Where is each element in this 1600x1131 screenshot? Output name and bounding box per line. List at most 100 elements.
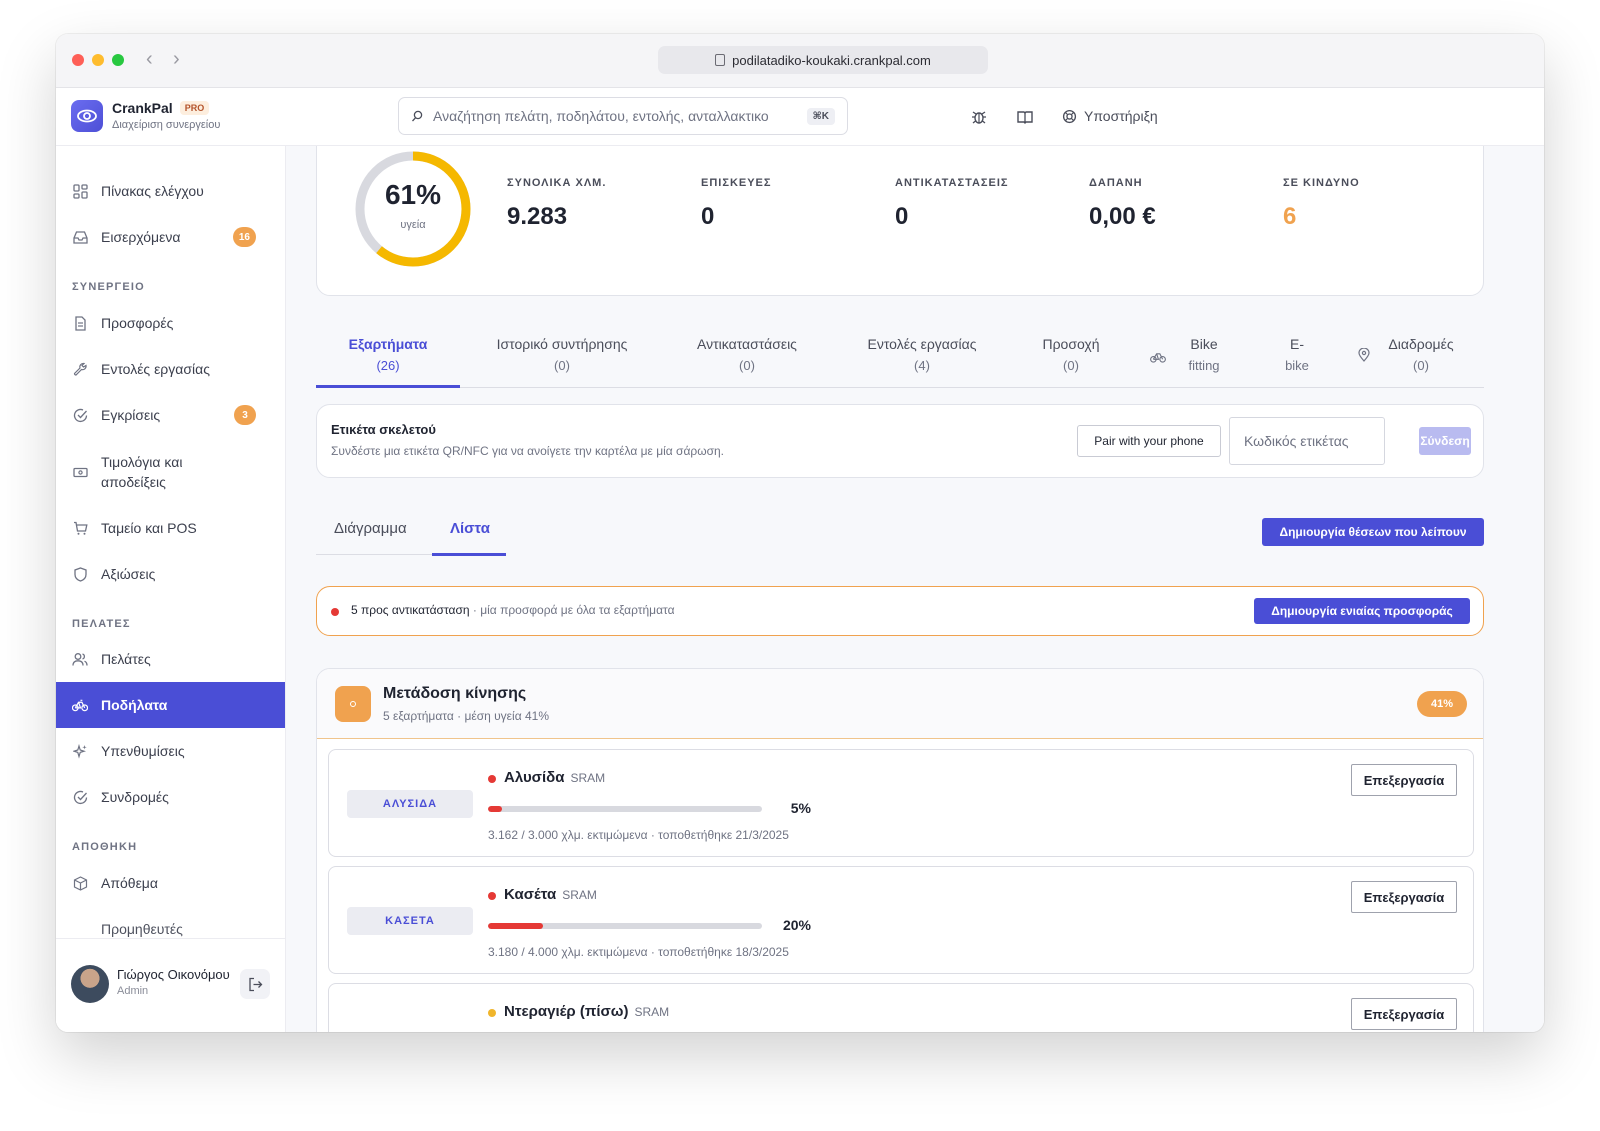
forward-arrow-icon[interactable]: ›: [173, 48, 180, 71]
tab-components[interactable]: Εξαρτήματα (26): [316, 334, 460, 376]
tab-attention[interactable]: Προσοχή (0): [1028, 334, 1114, 376]
bug-report-icon[interactable]: [970, 108, 988, 131]
sidebar-item-customers[interactable]: Πελάτες: [56, 636, 285, 682]
avatar[interactable]: [71, 965, 109, 1003]
component-name: Αλυσίδα SRAM: [504, 769, 606, 786]
sidebar-item-label: Εισερχόμενα: [101, 229, 181, 245]
view-tab-list[interactable]: Λίστα: [450, 520, 490, 537]
health-percent: 61%: [384, 179, 442, 210]
app-name: CrankPal: [112, 100, 173, 116]
edit-component-button[interactable]: Επεξεργασία: [1351, 764, 1457, 796]
truck-icon: [72, 921, 88, 937]
minimize-window-button[interactable]: [92, 54, 104, 66]
group-header[interactable]: Μετάδοση κίνησης 5 εξαρτήματα · μέση υγε…: [317, 669, 1483, 739]
sidebar-item-pos[interactable]: Ταμείο και POS: [56, 505, 285, 551]
sidebar: Πίνακας ελέγχου Εισερχόμενα 16 ΣΥΝΕΡΓΕΙΟ…: [56, 146, 286, 1032]
sidebar-item-subscriptions[interactable]: Συνδρομές: [56, 774, 285, 820]
tab-count: (0): [554, 358, 570, 373]
app-subtitle: Διαχείριση συνεργείου: [112, 119, 221, 131]
logout-button[interactable]: [240, 969, 270, 999]
component-brand: SRAM: [634, 1005, 670, 1019]
docs-book-icon[interactable]: [1016, 108, 1034, 131]
component-code: ΑΛΥΣΙΔΑ: [347, 790, 473, 818]
component-health-fill: [488, 923, 543, 929]
logout-icon: [248, 977, 262, 991]
sidebar-item-invoices[interactable]: Τιμολόγια και αποδείξεις: [56, 440, 285, 504]
create-missing-slots-button[interactable]: Δημιουργία θέσεων που λείπουν: [1262, 518, 1484, 546]
address-bar[interactable]: podilatadiko-koukaki.crankpal.com: [658, 46, 988, 74]
component-name: Κασέτα SRAM: [504, 886, 597, 903]
component-row: Ντεραγιέρ (πίσω) SRAM Επεξεργασία: [328, 983, 1474, 1032]
sidebar-item-label: Εντολές εργασίας: [101, 361, 210, 377]
shopping-cart-icon: [72, 520, 88, 536]
sidebar-item-work-orders[interactable]: Εντολές εργασίας: [56, 346, 285, 392]
plan-badge: PRO: [179, 101, 210, 115]
tab-routes[interactable]: Διαδρομές (0): [1378, 334, 1464, 376]
sidebar-item-inbox[interactable]: Εισερχόμενα 16: [56, 214, 285, 260]
frame-tag-title: Ετικέτα σκελετού: [331, 422, 436, 437]
search-input[interactable]: Αναζήτηση πελάτη, ποδηλάτου, εντολής, αν…: [433, 108, 769, 124]
back-arrow-icon[interactable]: ‹: [146, 48, 153, 71]
health-label: υγεία: [400, 219, 426, 231]
tab-label-line1: Bike: [1190, 336, 1218, 352]
sidebar-section-storage: ΑΠΟΘΗΚΗ: [72, 841, 138, 853]
bicycle-icon: [1150, 350, 1166, 368]
pair-phone-button[interactable]: Pair with your phone: [1077, 425, 1221, 457]
tag-code-input[interactable]: Κωδικός ετικέτας: [1229, 417, 1385, 465]
edit-component-button[interactable]: Επεξεργασία: [1351, 998, 1457, 1030]
sidebar-item-bikes[interactable]: Ποδήλατα: [56, 682, 285, 728]
sidebar-item-stock[interactable]: Απόθεμα: [56, 860, 285, 906]
sidebar-item-reminders[interactable]: Υπενθυμίσεις: [56, 728, 285, 774]
tab-replacements[interactable]: Αντικαταστάσεις (0): [672, 334, 822, 376]
package-box-icon: [72, 875, 88, 891]
app-header: CrankPal PRO Διαχείριση συνεργείου Αναζή…: [56, 88, 1544, 146]
component-brand: SRAM: [570, 771, 606, 785]
create-combined-offer-button[interactable]: Δημιουργία ενιαίας προσφοράς: [1254, 598, 1470, 624]
edit-component-button[interactable]: Επεξεργασία: [1351, 881, 1457, 913]
replacement-alert: 5 προς αντικατάσταση · μία προσφορά με ό…: [316, 586, 1484, 636]
group-title: Μετάδοση κίνησης: [383, 685, 527, 702]
sidebar-item-offers[interactable]: Προσφορές: [56, 300, 285, 346]
maximize-window-button[interactable]: [112, 54, 124, 66]
sidebar-item-label: Συνδρομές: [101, 789, 169, 805]
sidebar-section-workshop: ΣΥΝΕΡΓΕΙΟ: [72, 281, 145, 293]
tab-maintenance-history[interactable]: Ιστορικό συντήρησης (0): [476, 334, 648, 376]
global-search[interactable]: Αναζήτηση πελάτη, ποδηλάτου, εντολής, αν…: [398, 97, 848, 135]
tab-work-orders[interactable]: Εντολές εργασίας (4): [842, 334, 1002, 376]
check-circle-icon: [72, 407, 88, 423]
close-window-button[interactable]: [72, 54, 84, 66]
alert-main-text: 5 προς αντικατάσταση: [351, 603, 470, 617]
component-health-fill: [488, 806, 502, 812]
group-subtitle: 5 εξαρτήματα · μέση υγεία 41%: [383, 709, 549, 723]
page-icon: [715, 54, 726, 66]
tab-bike-fitting[interactable]: Bike fitting: [1172, 334, 1236, 376]
frame-tag-description: Συνδέστε μια ετικέτα QR/NFC για να ανοίγ…: [331, 444, 725, 458]
tab-count: (0): [1413, 358, 1429, 373]
lifebuoy-icon: [1062, 109, 1077, 123]
active-tab-indicator: [316, 385, 460, 388]
connect-tag-button[interactable]: Σύνδεση: [1419, 427, 1471, 455]
support-button[interactable]: Υποστήριξη: [1062, 108, 1158, 124]
bicycle-icon: [72, 697, 88, 713]
component-health-bar: [488, 806, 762, 812]
group-health-badge: 41%: [1417, 691, 1467, 717]
sidebar-item-dashboard[interactable]: Πίνακας ελέγχου: [56, 168, 285, 214]
component-status-dot: [488, 775, 496, 783]
sidebar-item-label: Εγκρίσεις: [101, 407, 161, 423]
view-tab-diagram[interactable]: Διάγραμμα: [334, 520, 407, 537]
tab-label-line2: fitting: [1188, 358, 1220, 373]
app-logo[interactable]: [71, 100, 103, 132]
main-content: 61% υγεία ΣΥΝΟΛΙΚΑ ΧΛΜ. 9.283 ΕΠΙΣΚΕΥΕΣ …: [286, 146, 1544, 1032]
sidebar-item-label: Ποδήλατα: [101, 697, 168, 713]
sidebar-item-label: Προμηθευτές: [101, 921, 183, 937]
tab-count: (26): [376, 358, 400, 373]
tab-ebike[interactable]: E- bike: [1272, 334, 1322, 376]
tab-label: Διαδρομές: [1388, 336, 1454, 352]
sidebar-item-claims[interactable]: Αξιώσεις: [56, 551, 285, 597]
stat-at-risk: ΣΕ ΚΙΝΔΥΝΟ 6: [1283, 177, 1360, 231]
tab-label: Εντολές εργασίας: [867, 336, 977, 352]
stat-value: 0: [895, 203, 909, 230]
search-shortcut: ⌘K: [806, 107, 835, 125]
sidebar-item-approvals[interactable]: Εγκρίσεις 3: [56, 392, 285, 438]
sidebar-item-label: Τιμολόγια και αποδείξεις: [101, 454, 183, 490]
